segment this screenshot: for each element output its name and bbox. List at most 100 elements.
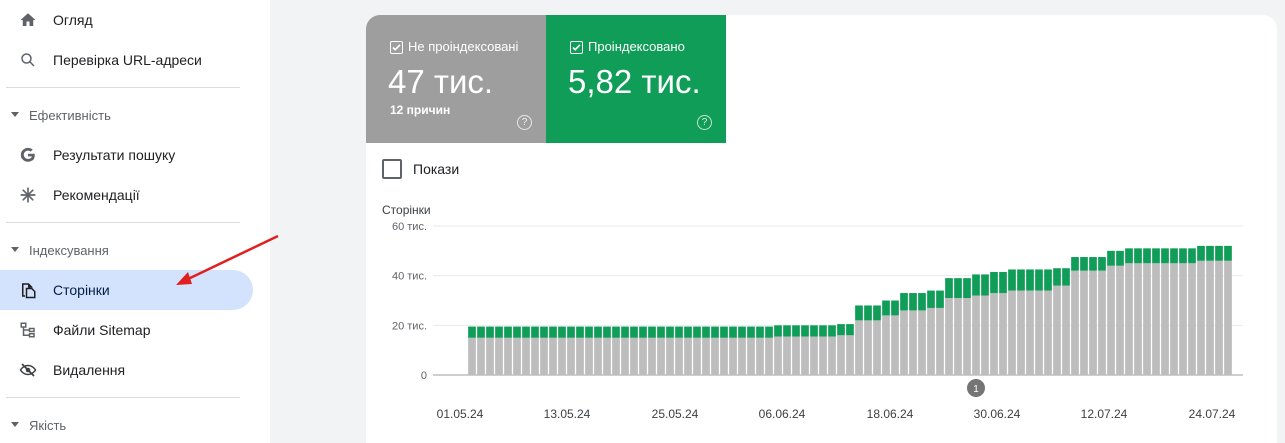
bar-not-indexed [882, 315, 890, 375]
help-icon[interactable]: ? [517, 115, 532, 130]
bar-not-indexed [783, 336, 791, 375]
bar-indexed [1125, 248, 1133, 264]
bar-indexed [1188, 248, 1196, 264]
bar-indexed [846, 324, 854, 336]
bar-indexed [576, 326, 584, 338]
x-tick-label: 01.05.24 [437, 407, 484, 421]
bar-not-indexed [738, 337, 746, 375]
bar-not-indexed [558, 337, 566, 375]
bar-indexed [1152, 248, 1160, 264]
help-icon[interactable]: ? [697, 115, 712, 130]
bar-not-indexed [999, 293, 1007, 375]
bar-not-indexed [819, 336, 827, 375]
bar-not-indexed [1071, 270, 1079, 375]
bar-not-indexed [1206, 260, 1214, 375]
bar-indexed [918, 293, 926, 311]
bar-indexed [747, 326, 755, 338]
bar-indexed [729, 326, 737, 338]
checkbox-unchecked-icon[interactable] [382, 159, 402, 179]
bar-not-indexed [900, 310, 908, 375]
bar-indexed [1206, 245, 1214, 261]
bar-not-indexed [1143, 263, 1151, 375]
tile-indexed[interactable]: Проіндексовано 5,82 тис. ? [546, 15, 726, 143]
tile-not-indexed-label: Не проіндексовані [408, 39, 519, 54]
bar-not-indexed [585, 337, 593, 375]
bar-indexed [612, 326, 620, 338]
bar-indexed [1071, 257, 1079, 271]
checkbox-checked-icon[interactable] [570, 41, 583, 54]
bar-not-indexed [1161, 263, 1169, 375]
tile-not-indexed-reasons: 12 причин [390, 103, 451, 117]
bar-indexed [522, 326, 530, 338]
bar-not-indexed [1134, 263, 1142, 375]
bar-not-indexed [549, 337, 557, 375]
bar-not-indexed [765, 337, 773, 375]
tile-not-indexed[interactable]: Не проіндексовані 47 тис. 12 причин ? [366, 15, 546, 143]
bar-not-indexed [873, 320, 881, 375]
bar-not-indexed [603, 337, 611, 375]
bar-indexed [801, 325, 809, 337]
x-tick-label: 06.06.24 [759, 407, 806, 421]
bar-not-indexed [792, 336, 800, 375]
bar-not-indexed [1098, 270, 1106, 375]
bar-indexed [1062, 268, 1070, 286]
bar-indexed [765, 326, 773, 338]
bar-not-indexed [567, 337, 575, 375]
x-tick-label: 24.07.24 [1189, 407, 1236, 421]
bar-indexed [1215, 245, 1223, 261]
bar-indexed [504, 326, 512, 338]
bar-indexed [621, 326, 629, 338]
bar-indexed [657, 326, 665, 338]
bar-indexed [648, 326, 656, 338]
visibility-off-icon [18, 360, 38, 380]
nav-item-removals[interactable]: Видалення [0, 350, 253, 390]
pages-chart: Сторінки 60 тис. 40 тис. 20 тис. 0 1 01.05.24 1… [382, 203, 1243, 421]
bar-indexed [1008, 269, 1016, 291]
bar-indexed [927, 290, 935, 308]
bar-indexed [1026, 269, 1034, 291]
bar-indexed [720, 326, 728, 338]
bar-not-indexed [504, 337, 512, 375]
bar-not-indexed [1080, 270, 1088, 375]
impressions-checkbox[interactable]: Покази [382, 159, 459, 179]
bar-not-indexed [1116, 265, 1124, 375]
sitemap-icon [18, 320, 38, 340]
bar-not-indexed [576, 337, 584, 375]
bar-indexed [585, 326, 593, 338]
bar-not-indexed [1188, 263, 1196, 375]
annotation-arrow [176, 234, 279, 285]
bar-indexed [783, 325, 791, 337]
bar-indexed [1143, 248, 1151, 264]
bar-indexed [1107, 250, 1115, 266]
bar-not-indexed [594, 337, 602, 375]
bar-indexed [738, 326, 746, 338]
divider [6, 397, 240, 398]
bar-indexed [468, 326, 476, 338]
bar-not-indexed [828, 336, 836, 375]
bar-not-indexed [693, 337, 701, 375]
bar-indexed [513, 326, 521, 338]
checkbox-checked-icon[interactable] [390, 41, 403, 54]
bar-not-indexed [711, 337, 719, 375]
bar-not-indexed [1026, 290, 1034, 375]
nav-label-removals: Видалення [53, 362, 126, 378]
bar-indexed [639, 326, 647, 338]
bar-indexed [477, 326, 485, 338]
bar-not-indexed [1017, 290, 1025, 375]
bar-indexed [594, 326, 602, 338]
bar-not-indexed [648, 337, 656, 375]
bar-not-indexed [1107, 265, 1115, 375]
bar-not-indexed [729, 337, 737, 375]
bar-not-indexed [513, 337, 521, 375]
x-tick-label: 12.07.24 [1081, 407, 1128, 421]
bar-indexed [1044, 269, 1052, 291]
nav-item-sitemaps[interactable]: Файли Sitemap [0, 310, 253, 350]
section-title-quality: Якість [29, 417, 67, 433]
bar-indexed [819, 325, 827, 337]
bar-indexed [936, 290, 944, 308]
bar-indexed [1116, 250, 1124, 266]
bar-not-indexed [954, 298, 962, 375]
bar-indexed [990, 271, 998, 294]
bar-not-indexed [936, 307, 944, 375]
bar-indexed [837, 324, 845, 336]
